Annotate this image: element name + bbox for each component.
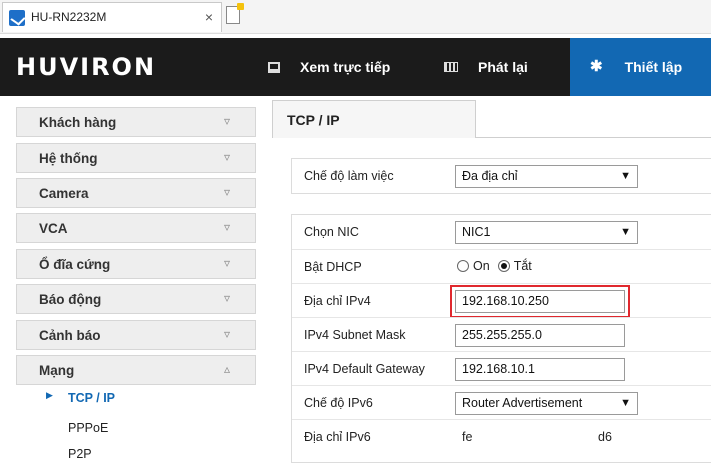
tab-tcpip[interactable]: TCP / IP	[272, 100, 476, 138]
nav-setup-label: Thiết lập	[624, 59, 683, 75]
monitor-icon	[268, 61, 280, 73]
ipv6-redaction	[484, 426, 592, 448]
ipv6-address-row: Địa chỉ IPv6 fe d6	[292, 419, 711, 453]
sidebar-item-label: Khách hàng	[39, 115, 117, 130]
chevron-down-icon: ▼	[620, 170, 631, 182]
sidebar-subitem-pppoe[interactable]: PPPoE	[16, 418, 256, 440]
dhcp-label: Bật DHCP	[304, 260, 362, 274]
nav-playback[interactable]: Phát lại	[444, 38, 528, 96]
nic-select[interactable]: NIC1 ▼	[455, 221, 638, 244]
sidebar-item-label: Ổ đĩa cứng	[39, 257, 111, 272]
dhcp-off-label: Tắt	[513, 259, 532, 273]
new-tab-icon[interactable]	[226, 3, 244, 24]
sidebar-subitem-label: P2P	[68, 447, 92, 461]
sidebar-subitem-tcpip[interactable]: ▶ TCP / IP	[16, 388, 256, 410]
chevron-down-icon: ▿	[224, 256, 231, 270]
ipv6-mode-value: Router Advertisement	[462, 396, 583, 410]
work-mode-label: Chế độ làm việc	[304, 169, 394, 183]
sidebar: Khách hàng ▿ Hệ thống ▿ Camera ▿ VCA ▿ Ổ…	[0, 100, 262, 463]
work-mode-value: Đa địa chỉ	[462, 169, 518, 183]
sidebar-item-system[interactable]: Hệ thống ▿	[16, 143, 256, 173]
sidebar-item-customer[interactable]: Khách hàng ▿	[16, 107, 256, 137]
work-mode-row: Chế độ làm việc Đa địa chỉ ▼	[292, 159, 711, 193]
subnet-label: IPv4 Subnet Mask	[304, 328, 406, 342]
dhcp-row: Bật DHCP On Tắt	[292, 249, 711, 283]
caret-right-icon: ▶	[46, 390, 53, 400]
chevron-down-icon: ▼	[620, 397, 631, 409]
dhcp-radio-group: On Tắt	[457, 259, 540, 273]
sidebar-item-camera[interactable]: Camera ▿	[16, 178, 256, 208]
sidebar-item-label: Mạng	[39, 363, 75, 378]
ipv4-address-field[interactable]: 192.168.10.250	[450, 285, 630, 318]
work-mode-select[interactable]: Đa địa chỉ ▼	[455, 165, 638, 188]
gateway-row: IPv4 Default Gateway 192.168.10.1	[292, 351, 711, 385]
huviron-logo: HUVIRON	[16, 53, 157, 81]
ipv6-mode-row: Chế độ IPv6 Router Advertisement ▼	[292, 385, 711, 419]
browser-tab-title: HU-RN2232M	[31, 10, 107, 24]
nav-live-view[interactable]: Xem trực tiếp	[268, 38, 390, 96]
chevron-down-icon: ▿	[224, 114, 231, 128]
sidebar-item-label: Camera	[39, 186, 89, 201]
subnet-row: IPv4 Subnet Mask 255.255.255.0	[292, 317, 711, 351]
sidebar-subitem-label: TCP / IP	[68, 391, 116, 405]
chevron-down-icon: ▿	[224, 220, 231, 234]
chevron-down-icon: ▿	[224, 327, 231, 341]
ipv6-address-prefix: fe	[462, 430, 473, 444]
nic-row: Chọn NIC NIC1 ▼	[292, 215, 711, 249]
sidebar-item-vca[interactable]: VCA ▿	[16, 213, 256, 243]
nic-value: NIC1	[462, 225, 491, 239]
gateway-value: 192.168.10.1	[462, 362, 535, 376]
ipv6-address-suffix: d6	[598, 430, 612, 444]
sidebar-item-alarm[interactable]: Báo động ▿	[16, 284, 256, 314]
browser-tabstrip: HU-RN2232M ×	[0, 0, 711, 34]
browser-tab[interactable]: HU-RN2232M ×	[2, 2, 222, 32]
ipv6-mode-select[interactable]: Router Advertisement ▼	[455, 392, 638, 415]
huviron-favicon-icon	[9, 10, 25, 26]
ipv4-row: Địa chỉ IPv4 192.168.10.250	[292, 283, 711, 318]
dhcp-on-label: On	[473, 259, 490, 273]
dhcp-off-radio[interactable]	[497, 260, 510, 272]
film-icon	[444, 62, 458, 72]
app-header: HUVIRON Xem trực tiếp Phát lại ✱ Thiết l…	[0, 38, 711, 96]
sidebar-item-hdd[interactable]: Ổ đĩa cứng ▿	[16, 249, 256, 279]
chevron-down-icon: ▼	[620, 226, 631, 238]
ipv6-address-label: Địa chỉ IPv6	[304, 430, 371, 444]
tab-tcpip-label: TCP / IP	[287, 112, 340, 128]
sidebar-item-label: VCA	[39, 221, 68, 236]
dhcp-on-radio[interactable]	[457, 260, 469, 272]
sidebar-subitem-p2p[interactable]: P2P	[16, 444, 256, 463]
sidebar-item-warning[interactable]: Cảnh báo ▿	[16, 320, 256, 350]
chevron-down-icon: ▿	[224, 150, 231, 164]
gateway-field[interactable]: 192.168.10.1	[455, 358, 625, 381]
sidebar-item-label: Hệ thống	[39, 151, 98, 166]
network-settings-group: Chọn NIC NIC1 ▼ Bật DHCP On Tắt Địa chỉ …	[291, 214, 711, 463]
work-mode-group: Chế độ làm việc Đa địa chỉ ▼	[291, 158, 711, 194]
nav-playback-label: Phát lại	[478, 59, 528, 75]
sidebar-item-label: Báo động	[39, 292, 102, 307]
sidebar-item-label: Cảnh báo	[39, 328, 101, 343]
nav-setup[interactable]: ✱ Thiết lập	[570, 38, 711, 96]
chevron-down-icon: ▿	[224, 291, 231, 305]
sidebar-item-network[interactable]: Mạng ▵	[16, 355, 256, 385]
sidebar-subitem-label: PPPoE	[68, 421, 109, 435]
nav-live-view-label: Xem trực tiếp	[300, 59, 391, 75]
subnet-mask-field[interactable]: 255.255.255.0	[455, 324, 625, 347]
ipv6-mode-label: Chế độ IPv6	[304, 396, 373, 410]
nic-label: Chọn NIC	[304, 225, 359, 239]
close-icon[interactable]: ×	[205, 9, 213, 25]
gateway-label: IPv4 Default Gateway	[304, 362, 425, 376]
chevron-up-icon: ▵	[224, 362, 231, 376]
ipv4-value: 192.168.10.250	[462, 294, 549, 308]
chevron-down-icon: ▿	[224, 185, 231, 199]
tab-divider	[476, 137, 711, 138]
subnet-value: 255.255.255.0	[462, 328, 542, 342]
gear-icon: ✱	[590, 58, 603, 75]
ipv4-label: Địa chỉ IPv4	[304, 294, 371, 308]
